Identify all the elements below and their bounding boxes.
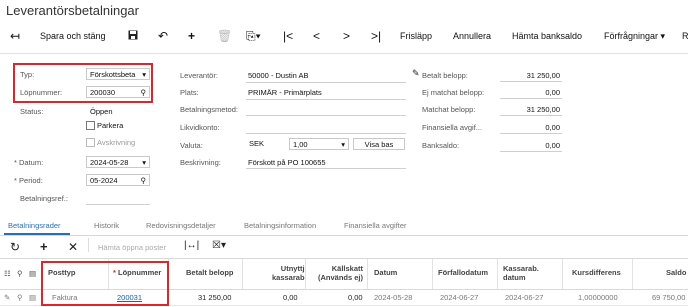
edit-row-icon[interactable]: ✎ [4,293,10,302]
likvidkonto-field[interactable] [246,133,406,134]
banksaldo-label: Banksaldo: [422,141,460,150]
notes-icon: ▤ [29,269,37,278]
edit-pencil-icon[interactable]: ✎ [412,68,420,79]
cell-kallskatt[interactable]: 0,00 [348,293,363,302]
row-selector-icon[interactable]: ☷ [4,269,11,278]
plats-label: Plats: [180,88,199,97]
hamta-banksaldo-button[interactable]: Hämta banksaldo [512,31,582,41]
parkera-label: Parkera [97,121,124,130]
add-icon[interactable]: + [188,29,195,43]
attachment-icon: ⚲ [17,269,23,278]
fin-avgift-label: Finansiella avgif... [422,123,483,132]
col-kallskatt[interactable]: Källskatt (Används ej) [318,264,363,282]
next-record-icon[interactable]: > [343,29,350,43]
ej-matchat-value: 0,00 [545,88,560,97]
cell-kursdifferens[interactable]: 1,00000000 [578,293,618,302]
avskrivning-checkbox[interactable] [86,138,95,147]
leverantor-label: Leverantör: [180,71,218,80]
annullera-button[interactable]: Annullera [453,31,491,41]
beskrivning-value[interactable]: Förskott på PO 100655 [248,158,326,167]
save-icon[interactable] [128,29,138,43]
col-forfallodatum[interactable]: Förfallodatum [438,268,488,277]
ej-matchat-label: Ej matchat belopp: [422,88,485,97]
cell-betalt-belopp[interactable]: 31 250,00 [198,293,231,302]
tab-finansiella-avgifter[interactable]: Finansiella avgifter [344,221,407,230]
highlight-box [41,261,169,306]
fit-columns-icon[interactable]: |↔| [184,240,199,251]
undo-icon[interactable]: ↶ [158,29,168,43]
copy-paste-icon[interactable]: ⎘▾ [246,29,261,44]
kurs-field[interactable]: 1,00 ▾ [289,138,349,150]
likvidkonto-label: Likvidkonto: [180,123,220,132]
betalningsref-label: Betalningsref.: [20,194,68,203]
tab-redovisningsdetaljer[interactable]: Redovisningsdetaljer [146,221,216,230]
prev-record-icon[interactable]: < [313,29,320,43]
betalt-belopp-value: 31 250,00 [526,71,560,80]
period-field[interactable]: 05-2024 ⚲ [86,174,150,186]
matchat-label: Matchat belopp: [422,105,476,114]
attachment-icon[interactable]: ⚲ [17,293,23,302]
tab-historik[interactable]: Historik [94,221,119,230]
frislapp-button[interactable]: Frisläpp [400,31,432,41]
cell-kassarab-datum[interactable]: 2024-06-27 [505,293,543,302]
datum-label: * Datum: [14,158,44,167]
col-kassarab-datum[interactable]: Kassarab. datum [503,264,539,282]
last-record-icon[interactable]: >| [371,29,381,43]
tab-betalningsinformation[interactable]: Betalningsinformation [244,221,316,230]
fin-avgift-value: 0,00 [545,123,560,132]
avskrivning-label: Avskrivning [97,138,136,147]
notes-icon[interactable]: ▤ [29,293,36,302]
parkera-checkbox[interactable] [86,121,95,130]
col-datum[interactable]: Datum [374,268,397,277]
betalningsmetod-field[interactable] [246,115,406,116]
cell-utnyttj[interactable]: 0,00 [283,293,298,302]
cell-datum[interactable]: 2024-05-28 [374,293,412,302]
col-kursdifferens[interactable]: Kursdifferens [572,268,621,277]
betalt-belopp-label: Betalt belopp: [422,71,468,80]
datum-field[interactable]: 2024-05-28 ▾ [86,156,150,168]
save-close-button[interactable]: Spara och stäng [40,31,106,41]
add-row-icon[interactable]: + [40,239,48,254]
refresh-icon[interactable]: ↻ [10,240,20,254]
active-tab-indicator [4,233,70,235]
plats-value[interactable]: PRIMÄR - Primärplats [248,88,322,97]
chevron-down-icon: ▾ [142,158,146,167]
col-utnyttj[interactable]: Utnyttj. kassarab. [272,264,307,282]
back-arrow-icon[interactable]: ↤ [10,29,20,43]
period-label: * Period: [14,176,43,185]
valuta-field[interactable]: SEK [246,138,286,150]
status-value: Öppen [90,107,113,116]
betalningsref-field[interactable] [86,204,150,205]
highlight-box [13,63,153,103]
leverantor-value[interactable]: 50000 - Dustin AB [248,71,308,80]
betalningsmetod-label: Betalningsmetod: [180,105,238,114]
search-icon: ⚲ [140,176,147,185]
delete-row-icon[interactable]: ✕ [68,240,78,254]
beskrivning-label: Beskrivning: [180,158,221,167]
valuta-label: Valuta: [180,141,203,150]
cell-forfallodatum[interactable]: 2024-06-27 [440,293,478,302]
forfragningar-menu[interactable]: Förfrågningar ▾ [604,31,665,42]
col-betalt-belopp[interactable]: Betalt belopp [186,268,234,277]
banksaldo-value: 0,00 [545,141,560,150]
tab-bar: Betalningsrader Historik Redovisningsdet… [0,215,688,236]
status-label: Status: [20,107,44,116]
page-title: Leverantörsbetalningar [6,3,139,18]
more-menu[interactable]: R [682,31,688,41]
tab-betalningsrader[interactable]: Betalningsrader [8,221,61,230]
first-record-icon[interactable]: |< [283,29,293,43]
export-excel-icon[interactable]: ☒▾ [212,240,226,251]
col-saldo[interactable]: Saldo [666,268,686,277]
visa-bas-button[interactable]: Visa bas [353,138,405,150]
hamta-oppna-poster-button[interactable]: Hämta öppna poster [98,243,166,252]
delete-icon[interactable]: 🗑 [217,29,232,43]
matchat-value: 31 250,00 [526,105,560,114]
toolbar: ↤ Spara och stäng ↶ + 🗑 ⎘▾ |< < > >| Fri… [0,26,688,50]
cell-saldo[interactable]: 69 750,00 [652,293,685,302]
chevron-down-icon: ▾ [341,140,345,149]
